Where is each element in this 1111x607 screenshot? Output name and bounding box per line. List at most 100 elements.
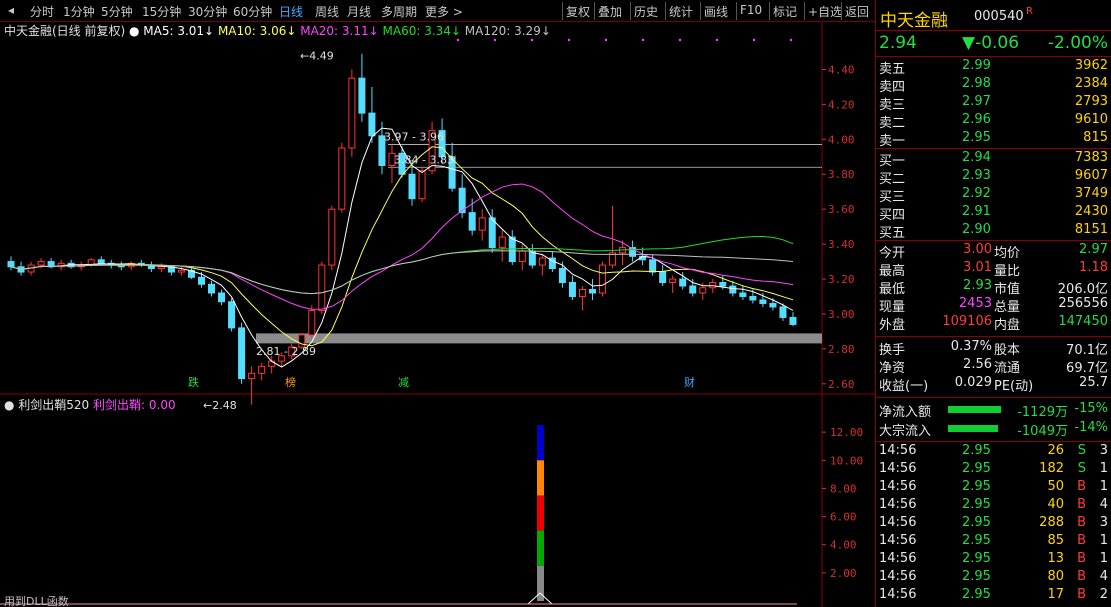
candle xyxy=(7,261,15,268)
stat-value: 256556 xyxy=(1058,296,1108,311)
ask-label: 卖二 xyxy=(879,116,906,131)
tick-count: 3 xyxy=(1099,515,1108,530)
price-tick: 3.00 xyxy=(828,308,855,321)
stat-row: 今开 3.00 均价 2.97 xyxy=(876,242,1111,261)
event-mark-3: 财 xyxy=(684,375,695,389)
toolbar-action-7[interactable]: +自选 xyxy=(808,3,842,20)
candle xyxy=(97,259,105,264)
stat-label: 量比 xyxy=(994,264,1021,279)
period-tab-4[interactable]: 30分钟 xyxy=(188,3,227,20)
tick-row: 14:56 2.95 26 S 3 xyxy=(876,443,1111,461)
period-tab-0[interactable]: 分时 xyxy=(30,3,54,20)
signal-dot xyxy=(641,38,645,42)
tick-row: 14:56 2.95 182 S 1 xyxy=(876,461,1111,479)
fundamental-value: 0.029 xyxy=(954,375,992,390)
bid-level: 买二 2.93 9607 xyxy=(876,168,1111,187)
toolbar-divider xyxy=(804,2,805,20)
candle xyxy=(248,372,256,380)
indicator-tick: 2.00 xyxy=(830,567,857,580)
indicator-tick: 6.00 xyxy=(830,511,857,524)
ask-label: 卖五 xyxy=(879,62,906,77)
indicator-value: 利剑出鞘: 0.00 xyxy=(93,397,176,412)
signal-dot xyxy=(567,38,571,42)
bid-price: 2.92 xyxy=(962,186,991,201)
signal-dot xyxy=(530,38,534,42)
tick-time: 14:56 xyxy=(879,551,917,566)
kline-chart[interactable]: 中天金融(日线 前复权) ● MA5: 3.01↓ MA10: 3.06↓ MA… xyxy=(0,22,875,607)
toolbar-action-0[interactable]: 复权 xyxy=(566,3,590,20)
fundamental-value: 25.7 xyxy=(1079,375,1108,390)
candle xyxy=(699,287,707,294)
period-tab-3[interactable]: 15分钟 xyxy=(142,3,181,20)
bid-label: 买二 xyxy=(879,172,906,187)
period-tab-6[interactable]: 日线 xyxy=(279,3,303,20)
tick-price: 2.95 xyxy=(962,497,991,512)
candle xyxy=(659,271,667,284)
toolbar-action-3[interactable]: 统计 xyxy=(669,3,693,20)
toolbar-action-5[interactable]: F10 xyxy=(740,3,762,17)
indicator-bar-segment xyxy=(537,530,544,566)
tick-volume: 50 xyxy=(1047,479,1064,494)
period-tab-1[interactable]: 1分钟 xyxy=(63,3,95,20)
period-tab-9[interactable]: 多周期 xyxy=(381,3,417,20)
bid-level: 买四 2.91 2430 xyxy=(876,204,1111,223)
panel-divider xyxy=(876,336,1111,337)
toolbar-action-4[interactable]: 画线 xyxy=(704,3,728,20)
range-annotation-3: 2.81 - 2.89 xyxy=(256,345,316,358)
candle xyxy=(558,268,566,284)
signal-dot xyxy=(789,38,793,42)
tick-side: B xyxy=(1077,479,1086,494)
fundamental-label: 换手 xyxy=(879,343,906,358)
period-tab-5[interactable]: 60分钟 xyxy=(233,3,272,20)
panel-divider xyxy=(876,30,1111,31)
stock-title-row: 中天金融 000540 R xyxy=(876,6,1111,31)
stock-name: 中天金融 xyxy=(880,11,948,31)
chart-panel[interactable]: 中天金融(日线 前复权) ● MA5: 3.01↓ MA10: 3.06↓ MA… xyxy=(0,22,875,607)
fundamental-value: 70.1亿 xyxy=(1066,343,1108,358)
bid-level: 买三 2.92 3749 xyxy=(876,186,1111,205)
stat-value: 2.97 xyxy=(1079,242,1108,257)
panel-divider xyxy=(876,240,1111,241)
stat-label: 最高 xyxy=(879,264,906,279)
fundamental-label: 流通 xyxy=(994,361,1021,376)
last-price: 2.94 xyxy=(879,33,917,53)
toolbar-action-8[interactable]: 返回 xyxy=(845,3,869,20)
toolbar-action-2[interactable]: 历史 xyxy=(634,3,658,20)
fund-flow-pct: -14% xyxy=(1074,420,1108,435)
tick-price: 2.95 xyxy=(962,443,991,458)
tick-count: 1 xyxy=(1099,461,1108,476)
panel-divider xyxy=(876,148,1111,149)
tick-time: 14:56 xyxy=(879,479,917,494)
stock-flag: R xyxy=(1026,6,1033,17)
toolbar-action-6[interactable]: 标记 xyxy=(773,3,797,20)
tick-time: 14:56 xyxy=(879,533,917,548)
period-tab-7[interactable]: 周线 xyxy=(315,3,339,20)
ask-label: 卖四 xyxy=(879,80,906,95)
candle xyxy=(719,282,727,287)
ask-label: 卖一 xyxy=(879,134,906,149)
nav-left-icon[interactable]: ◂ xyxy=(8,3,14,17)
period-tab-8[interactable]: 月线 xyxy=(347,3,371,20)
price-change: ▼-0.06 xyxy=(962,33,1020,53)
fundamental-label: PE(动) xyxy=(994,379,1034,394)
stat-value: 109106 xyxy=(942,314,992,329)
tick-row: 14:56 2.95 288 B 3 xyxy=(876,515,1111,533)
period-tab-10[interactable]: 更多 > xyxy=(425,3,463,20)
candle xyxy=(729,285,737,294)
bid-volume: 3749 xyxy=(1074,186,1108,201)
candle xyxy=(478,217,486,231)
indicator-title: ● 利剑出鞘520 xyxy=(4,397,93,412)
candle xyxy=(749,295,757,301)
fundamental-value: 69.7亿 xyxy=(1066,361,1108,376)
candle xyxy=(468,212,476,231)
toolbar-action-1[interactable]: 叠加 xyxy=(598,3,622,20)
period-tab-2[interactable]: 5分钟 xyxy=(101,3,133,20)
ask-price: 2.95 xyxy=(962,130,991,145)
price-tick: 3.40 xyxy=(828,238,855,251)
tick-price: 2.95 xyxy=(962,479,991,494)
tick-side: B xyxy=(1077,551,1086,566)
fundamental-value: 2.56 xyxy=(963,357,992,372)
fundamental-value: 0.37% xyxy=(950,339,992,354)
stat-label: 内盘 xyxy=(994,318,1021,333)
bid-price: 2.93 xyxy=(962,168,991,183)
